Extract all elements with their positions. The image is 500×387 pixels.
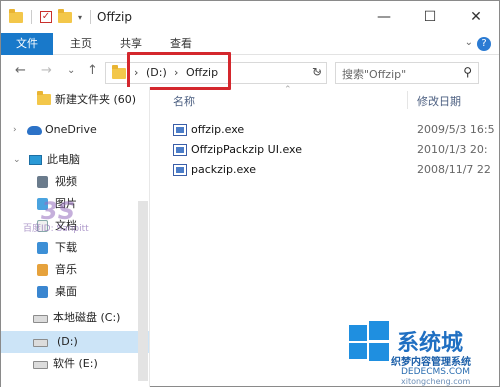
maximize-button[interactable]: ☐ <box>407 1 453 33</box>
desktop-icon <box>37 286 48 298</box>
back-button[interactable]: ← <box>15 63 26 78</box>
folder-icon <box>112 65 126 79</box>
search-icon[interactable]: ⚲ <box>463 65 472 79</box>
folder-icon <box>9 8 23 23</box>
nav-item-label: 新建文件夹 (60) <box>55 93 137 106</box>
nav-item-music[interactable]: 音乐 <box>1 259 149 281</box>
explorer-window: ✓ ▾ Offzip — ☐ ✕ 文件 主页 共享 查看 ⌄ ? ← → ⌄ ↑… <box>0 0 500 387</box>
nav-pane-scrollbar[interactable] <box>138 201 148 381</box>
nav-item-software-e[interactable]: 软件 (E:) <box>1 353 149 375</box>
watermark-site: 系统城 织梦内容管理系统 DEDECMS.COM xitongcheng.com <box>331 319 500 387</box>
drive-icon <box>33 361 48 369</box>
pane-divider[interactable] <box>149 87 150 387</box>
nav-item-label: (D:) <box>57 335 78 348</box>
computer-icon <box>29 155 42 165</box>
watermark-text: 百度ID: Sanpitt <box>23 224 89 234</box>
address-row: ← → ⌄ ↑ › (D:) › Offzip ⌄ ↻ 搜索"Offzip" ⚲ <box>1 59 499 87</box>
customize-dropdown-icon[interactable]: ▾ <box>78 13 82 22</box>
nav-item-label: OneDrive <box>45 123 97 136</box>
nav-item-this-pc[interactable]: ⌄ 此电脑 <box>1 149 149 171</box>
windows-logo-icon <box>349 321 391 361</box>
nav-item-label: 本地磁盘 (C:) <box>53 311 121 324</box>
nav-item-label: 软件 (E:) <box>53 357 98 370</box>
drive-icon <box>33 339 48 347</box>
watermark-line: DEDECMS.COM <box>401 367 470 377</box>
file-date: 2010/1/3 20: <box>417 143 488 156</box>
column-header-date[interactable]: 修改日期 <box>417 93 461 109</box>
exe-file-icon <box>173 124 187 136</box>
divider <box>90 10 92 24</box>
watermark-line: xitongcheng.com <box>401 377 471 386</box>
exe-file-icon <box>173 144 187 156</box>
column-divider[interactable] <box>407 91 408 109</box>
properties-icon[interactable]: ✓ <box>40 11 52 23</box>
nav-item-local-disk-c[interactable]: 本地磁盘 (C:) <box>1 307 149 329</box>
tab-home[interactable]: 主页 <box>59 33 103 55</box>
chevron-down-icon[interactable]: ⌄ <box>13 149 21 171</box>
video-icon <box>37 176 48 188</box>
file-date: 2009/5/3 16:5 <box>417 123 495 136</box>
chevron-right-icon[interactable]: › <box>13 119 17 141</box>
expand-ribbon-icon[interactable]: ⌄ <box>465 37 473 48</box>
watermark-baidu: 3S 百度ID: Sanpitt <box>23 197 127 237</box>
up-button[interactable]: ↑ <box>87 63 98 78</box>
quick-access-toolbar: ✓ ▾ <box>9 8 93 24</box>
window-title: Offzip <box>97 10 132 24</box>
file-name: offzip.exe <box>191 123 245 136</box>
downloads-icon <box>37 242 48 254</box>
nav-item-desktop[interactable]: 桌面 <box>1 281 149 303</box>
onedrive-icon <box>27 126 42 135</box>
column-header-name[interactable]: 名称 <box>173 93 195 109</box>
file-row[interactable]: packzip.exe 2008/11/7 22 <box>171 160 500 180</box>
nav-item-drive-d[interactable]: (D:) <box>1 331 149 353</box>
sort-ascending-icon: ⌃ <box>284 85 292 95</box>
file-row[interactable]: OffzipPackzip UI.exe 2010/1/3 20: <box>171 140 500 160</box>
exe-file-icon <box>173 164 187 176</box>
new-folder-icon[interactable] <box>58 8 72 23</box>
title-bar: ✓ ▾ Offzip — ☐ ✕ <box>1 1 499 33</box>
navigation-pane: 新建文件夹 (60) › OneDrive ⌄ 此电脑 视频 图片 文档 下载 <box>1 87 149 387</box>
close-button[interactable]: ✕ <box>453 1 499 33</box>
nav-item-onedrive[interactable]: › OneDrive <box>1 119 149 141</box>
search-placeholder: 搜索"Offzip" <box>342 68 407 81</box>
ribbon-tabs: 文件 主页 共享 查看 ⌄ ? <box>1 33 499 55</box>
nav-item-downloads[interactable]: 下载 <box>1 237 149 259</box>
refresh-icon[interactable]: ↻ <box>307 62 327 82</box>
search-box[interactable]: 搜索"Offzip" ⚲ <box>335 62 479 84</box>
nav-item-label: 音乐 <box>55 263 77 276</box>
minimize-button[interactable]: — <box>361 1 407 33</box>
watermark-line: 织梦内容管理系统 <box>391 357 471 368</box>
help-icon[interactable]: ? <box>477 37 491 51</box>
file-name: packzip.exe <box>191 163 256 176</box>
nav-item-label: 视频 <box>55 175 77 188</box>
annotation-highlight-box <box>127 52 231 90</box>
nav-item-label: 桌面 <box>55 285 77 298</box>
forward-button[interactable]: → <box>41 63 52 78</box>
drive-icon <box>33 315 48 323</box>
nav-item-new-folder[interactable]: 新建文件夹 (60) <box>1 89 149 111</box>
file-name: OffzipPackzip UI.exe <box>191 143 302 156</box>
music-icon <box>37 264 48 276</box>
divider <box>31 10 32 24</box>
folder-icon <box>37 91 51 105</box>
nav-item-videos[interactable]: 视频 <box>1 171 149 193</box>
tab-file[interactable]: 文件 <box>1 33 53 55</box>
nav-item-label: 下载 <box>55 241 77 254</box>
file-row[interactable]: offzip.exe 2009/5/3 16:5 <box>171 120 500 140</box>
file-date: 2008/11/7 22 <box>417 163 491 176</box>
recent-locations-button[interactable]: ⌄ <box>67 65 75 76</box>
nav-item-label: 此电脑 <box>47 153 80 166</box>
